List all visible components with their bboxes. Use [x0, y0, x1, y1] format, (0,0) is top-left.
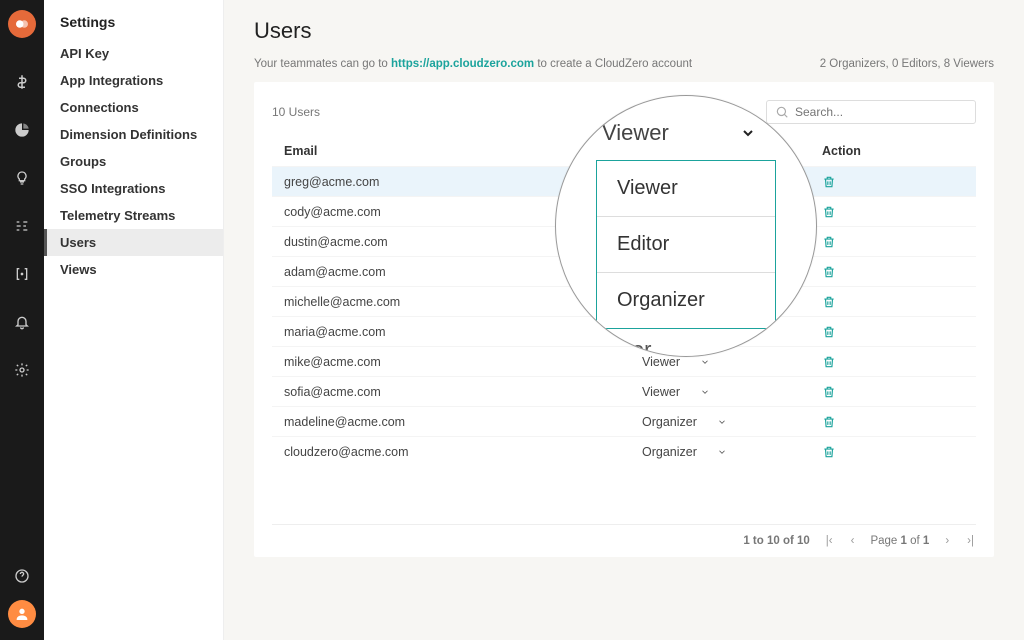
- delete-user-button[interactable]: [822, 175, 976, 189]
- sidebar-item-sso-integrations[interactable]: SSO Integrations: [44, 175, 223, 202]
- next-page-button[interactable]: ›: [943, 535, 951, 547]
- settings-sidebar: Settings API KeyApp IntegrationsConnecti…: [44, 0, 224, 640]
- pie-chart-icon[interactable]: [13, 121, 31, 139]
- role-label: Organizer: [642, 445, 697, 459]
- zoom-lens: Viewer Viewer Editor Organizer wer: [555, 95, 817, 357]
- subheader: Your teammates can go to https://app.clo…: [254, 58, 994, 70]
- bell-icon[interactable]: [13, 313, 31, 331]
- role-label: Viewer: [642, 355, 680, 369]
- trash-icon: [822, 265, 836, 279]
- brand-logo[interactable]: [8, 10, 36, 38]
- role-label: Viewer: [642, 385, 680, 399]
- list-icon[interactable]: [13, 217, 31, 235]
- delete-user-button[interactable]: [822, 325, 976, 339]
- user-email: madeline@acme.com: [272, 415, 642, 429]
- dollar-icon[interactable]: [13, 73, 31, 91]
- chevron-down-icon: [700, 357, 710, 367]
- user-email: mike@acme.com: [272, 355, 642, 369]
- delete-user-button[interactable]: [822, 415, 976, 429]
- user-count: 10 Users: [272, 105, 320, 119]
- role-dropdown-menu: Viewer Editor Organizer: [596, 160, 776, 329]
- trash-icon: [822, 205, 836, 219]
- pagination: 1 to 10 of 10 |‹ ‹ Page 1 of 1 › ›|: [272, 524, 976, 547]
- col-action-header: Action: [822, 144, 976, 158]
- user-email: sofia@acme.com: [272, 385, 642, 399]
- role-summary: 2 Organizers, 0 Editors, 8 Viewers: [820, 58, 994, 70]
- sidebar-item-telemetry-streams[interactable]: Telemetry Streams: [44, 202, 223, 229]
- sidebar-item-users[interactable]: Users: [44, 229, 223, 256]
- table-row: cloudzero@acme.comOrganizer: [272, 436, 976, 466]
- trash-icon: [822, 355, 836, 369]
- table-row: sofia@acme.comViewer: [272, 376, 976, 406]
- lightbulb-icon[interactable]: [13, 169, 31, 187]
- sidebar-item-api-key[interactable]: API Key: [44, 40, 223, 67]
- delete-user-button[interactable]: [822, 265, 976, 279]
- help-icon[interactable]: [13, 567, 31, 585]
- search-input[interactable]: [795, 105, 967, 119]
- delete-user-button[interactable]: [822, 385, 976, 399]
- sidebar-item-app-integrations[interactable]: App Integrations: [44, 67, 223, 94]
- role-label: Organizer: [642, 415, 697, 429]
- chevron-down-icon: [700, 387, 710, 397]
- role-select[interactable]: Organizer: [642, 445, 822, 459]
- pagination-range: 1 to 10 of 10: [743, 535, 809, 547]
- last-page-button[interactable]: ›|: [965, 535, 976, 547]
- sidebar-item-groups[interactable]: Groups: [44, 148, 223, 175]
- signup-link[interactable]: https://app.cloudzero.com: [391, 58, 534, 70]
- delete-user-button[interactable]: [822, 295, 976, 309]
- role-option-editor[interactable]: Editor: [597, 217, 775, 273]
- sidebar-title: Settings: [44, 0, 223, 40]
- chevron-down-icon: [717, 447, 727, 457]
- first-page-button[interactable]: |‹: [824, 535, 835, 547]
- delete-user-button[interactable]: [822, 205, 976, 219]
- left-rail: [0, 0, 44, 640]
- role-select[interactable]: Organizer: [642, 415, 822, 429]
- delete-user-button[interactable]: [822, 445, 976, 459]
- table-row: madeline@acme.comOrganizer: [272, 406, 976, 436]
- chevron-down-icon: [740, 125, 756, 141]
- prev-page-button[interactable]: ‹: [849, 535, 857, 547]
- page-indicator: Page 1 of 1: [870, 535, 929, 547]
- chevron-down-icon: [717, 417, 727, 427]
- zoom-peek-row: wer: [555, 329, 817, 357]
- sidebar-item-views[interactable]: Views: [44, 256, 223, 283]
- trash-icon: [822, 295, 836, 309]
- avatar[interactable]: [8, 600, 36, 628]
- role-select[interactable]: Viewer: [642, 355, 822, 369]
- trash-icon: [822, 325, 836, 339]
- delete-user-button[interactable]: [822, 355, 976, 369]
- brackets-icon[interactable]: [13, 265, 31, 283]
- sidebar-item-connections[interactable]: Connections: [44, 94, 223, 121]
- trash-icon: [822, 415, 836, 429]
- trash-icon: [822, 175, 836, 189]
- role-option-organizer[interactable]: Organizer: [597, 273, 775, 328]
- trash-icon: [822, 445, 836, 459]
- trash-icon: [822, 385, 836, 399]
- gear-icon[interactable]: [13, 361, 31, 379]
- role-select[interactable]: Viewer: [642, 385, 822, 399]
- user-email: cloudzero@acme.com: [272, 445, 642, 459]
- trash-icon: [822, 235, 836, 249]
- zoom-selected-row[interactable]: Viewer: [555, 116, 817, 156]
- zoom-selected-label: Viewer: [602, 120, 669, 146]
- role-option-viewer[interactable]: Viewer: [597, 161, 775, 217]
- sidebar-item-dimension-definitions[interactable]: Dimension Definitions: [44, 121, 223, 148]
- delete-user-button[interactable]: [822, 235, 976, 249]
- subheader-text: Your teammates can go to https://app.clo…: [254, 58, 692, 70]
- page-title: Users: [254, 18, 994, 44]
